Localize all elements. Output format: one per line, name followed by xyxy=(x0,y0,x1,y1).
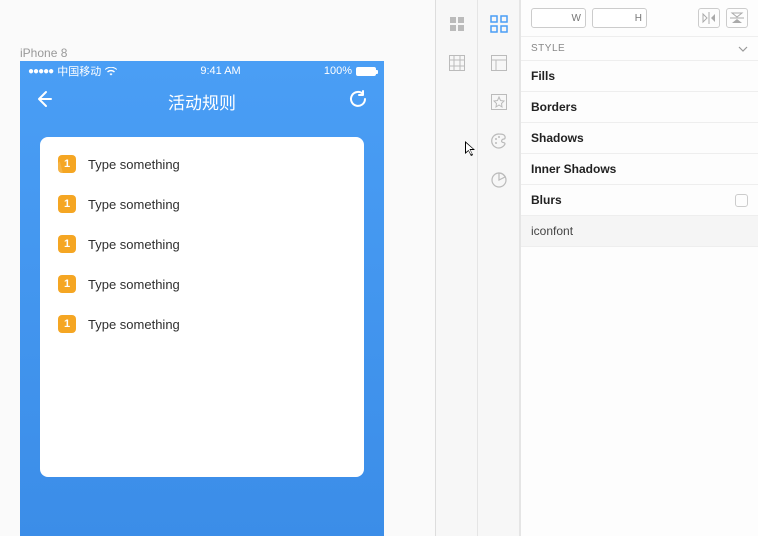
inner-shadows-row[interactable]: Inner Shadows xyxy=(521,154,758,185)
item-badge: 1 xyxy=(58,275,76,293)
shadows-row[interactable]: Shadows xyxy=(521,123,758,154)
artboard-label: iPhone 8 xyxy=(20,46,67,60)
list-item: 1 Type something xyxy=(58,315,346,333)
shadows-label: Shadows xyxy=(531,131,584,145)
layout-icon[interactable] xyxy=(487,12,511,36)
fills-label: Fills xyxy=(531,69,555,83)
carrier-label: 中国移动 xyxy=(57,63,101,79)
star-icon[interactable] xyxy=(487,90,511,114)
iconfont-label: iconfont xyxy=(531,224,573,238)
refresh-icon[interactable] xyxy=(348,89,370,114)
item-badge: 1 xyxy=(58,235,76,253)
phone-artboard[interactable]: ●●●●● 中国移动 9:41 AM 100% 活动规则 1 Type some… xyxy=(20,61,384,536)
flip-horizontal-icon[interactable] xyxy=(698,8,720,28)
content-card: 1 Type something 1 Type something 1 Type… xyxy=(40,137,364,477)
height-input[interactable] xyxy=(592,8,647,28)
item-badge: 1 xyxy=(58,315,76,333)
wifi-icon xyxy=(105,67,117,76)
item-badge: 1 xyxy=(58,195,76,213)
item-text: Type something xyxy=(88,197,180,212)
status-time: 9:41 AM xyxy=(200,65,240,77)
style-label: STYLE xyxy=(531,43,565,54)
right-tool-strip xyxy=(478,0,520,536)
list-item: 1 Type something xyxy=(58,155,346,173)
columns-icon[interactable] xyxy=(487,51,511,75)
iconfont-row[interactable]: iconfont xyxy=(521,216,758,247)
status-bar: ●●●●● 中国移动 9:41 AM 100% xyxy=(20,61,384,79)
item-text: Type something xyxy=(88,277,180,292)
inner-shadows-label: Inner Shadows xyxy=(531,162,616,176)
decor-circle xyxy=(330,176,344,190)
blurs-checkbox[interactable] xyxy=(735,194,748,207)
list-item: 1 Type something xyxy=(58,275,346,293)
grid-icon[interactable] xyxy=(445,51,469,75)
borders-row[interactable]: Borders xyxy=(521,92,758,123)
back-icon[interactable] xyxy=(34,89,56,114)
palette-icon[interactable] xyxy=(487,129,511,153)
style-section-header[interactable]: STYLE xyxy=(521,37,758,61)
flip-vertical-icon[interactable] xyxy=(726,8,748,28)
size-row xyxy=(521,0,758,37)
chevron-down-icon xyxy=(738,46,748,52)
left-tool-strip xyxy=(436,0,478,536)
grid-small-icon[interactable] xyxy=(445,12,469,36)
width-input[interactable] xyxy=(531,8,586,28)
nav-bar: 活动规则 xyxy=(20,79,384,123)
nav-title: 活动规则 xyxy=(56,89,348,114)
signal-dots-icon: ●●●●● xyxy=(28,66,53,77)
blurs-label: Blurs xyxy=(531,193,562,207)
item-text: Type something xyxy=(88,237,180,252)
battery-pct: 100% xyxy=(324,65,352,77)
pie-icon[interactable] xyxy=(487,168,511,192)
list-item: 1 Type something xyxy=(58,195,346,213)
canvas[interactable]: iPhone 8 ●●●●● 中国移动 9:41 AM 100% 活动规则 xyxy=(0,0,435,536)
battery-icon xyxy=(356,67,376,76)
item-text: Type something xyxy=(88,317,180,332)
fills-row[interactable]: Fills xyxy=(521,61,758,92)
item-text: Type something xyxy=(88,157,180,172)
inspector-panel: STYLE Fills Borders Shadows Inner Shadow… xyxy=(520,0,758,536)
borders-label: Borders xyxy=(531,100,577,114)
blurs-row[interactable]: Blurs xyxy=(521,185,758,216)
list-item: 1 Type something xyxy=(58,235,346,253)
